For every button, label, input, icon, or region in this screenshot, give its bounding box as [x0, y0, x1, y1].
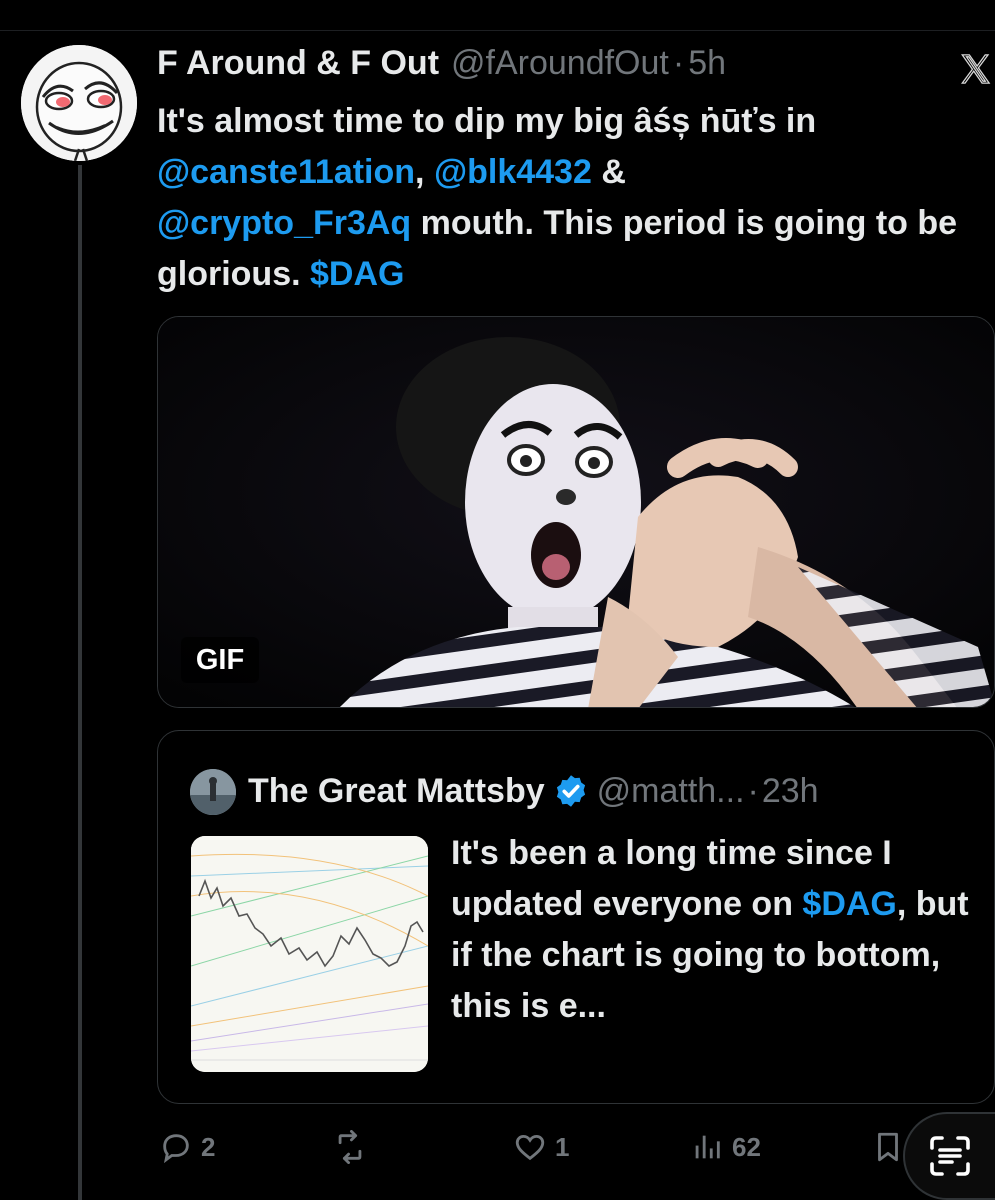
live-text-scan-button[interactable] [903, 1112, 995, 1200]
tweet-text: It's almost time to dip my big ȃśș ṅūťs … [157, 96, 982, 300]
price-chart-image [191, 836, 428, 1072]
author-handle[interactable]: @fAroundfOut [451, 44, 669, 83]
like-count: 1 [555, 1131, 570, 1162]
gif-badge[interactable]: GIF [181, 637, 259, 683]
verified-badge-icon [556, 775, 585, 807]
quoted-chart-thumbnail[interactable] [191, 836, 428, 1072]
quoted-tweet-header: The Great Mattsby @matth... · 23h [248, 769, 988, 813]
mention-link[interactable]: @crypto_Fr3Aq [157, 204, 411, 242]
quoted-tweet-timestamp[interactable]: 23h [762, 772, 819, 811]
quoted-avatar-image [190, 769, 236, 815]
like-button[interactable]: 1 [513, 1124, 569, 1170]
quoted-header-separator: · [747, 771, 759, 810]
cashtag-link[interactable]: $DAG [802, 885, 896, 923]
tweet-text-part: It's almost time to dip my big ȃśș ṅūťs … [157, 102, 817, 140]
quoted-author-name[interactable]: The Great Mattsby [248, 772, 545, 811]
quoted-tweet-text: It's been a long time since I updated ev… [451, 828, 991, 1032]
cashtag-link[interactable]: $DAG [310, 255, 404, 293]
view-count: 62 [732, 1131, 761, 1162]
quoted-tweet-card[interactable]: The Great Mattsby @matth... · 23h It's b… [157, 730, 995, 1104]
reply-icon [163, 1134, 189, 1164]
bookmark-icon [878, 1132, 898, 1162]
troll-face-avatar-image [21, 45, 137, 161]
like-icon [515, 1134, 545, 1161]
mention-link[interactable]: @blk4432 [434, 153, 592, 191]
tweet-timestamp[interactable]: 5h [688, 44, 726, 83]
views-button[interactable]: 62 [690, 1124, 761, 1170]
repost-button[interactable] [333, 1124, 375, 1170]
author-avatar[interactable] [21, 45, 137, 161]
tweet-action-bar: 2 1 62 [157, 1124, 995, 1170]
tweet-header: F Around & F Out @fAroundfOut · 5h [157, 44, 917, 88]
views-icon [695, 1135, 720, 1159]
thread-line [78, 165, 82, 1200]
repost-icon [338, 1130, 362, 1164]
gif-media[interactable]: GIF [157, 316, 995, 708]
author-display-name[interactable]: F Around & F Out [157, 44, 439, 83]
x-logo-icon[interactable] [958, 52, 992, 86]
bookmark-button[interactable] [871, 1124, 905, 1170]
scan-text-icon [930, 1136, 970, 1176]
tweet-text-part: , [415, 153, 434, 191]
mention-link[interactable]: @canste11ation [157, 153, 415, 191]
header-separator: · [672, 44, 685, 82]
quoted-author-handle[interactable]: @matth... [597, 772, 745, 811]
reply-button[interactable]: 2 [159, 1124, 215, 1170]
reply-count: 2 [201, 1131, 216, 1162]
mime-gif-image [158, 317, 994, 707]
top-bar [0, 0, 995, 31]
quoted-author-avatar[interactable] [190, 769, 236, 815]
tweet-text-part: & [591, 153, 626, 191]
